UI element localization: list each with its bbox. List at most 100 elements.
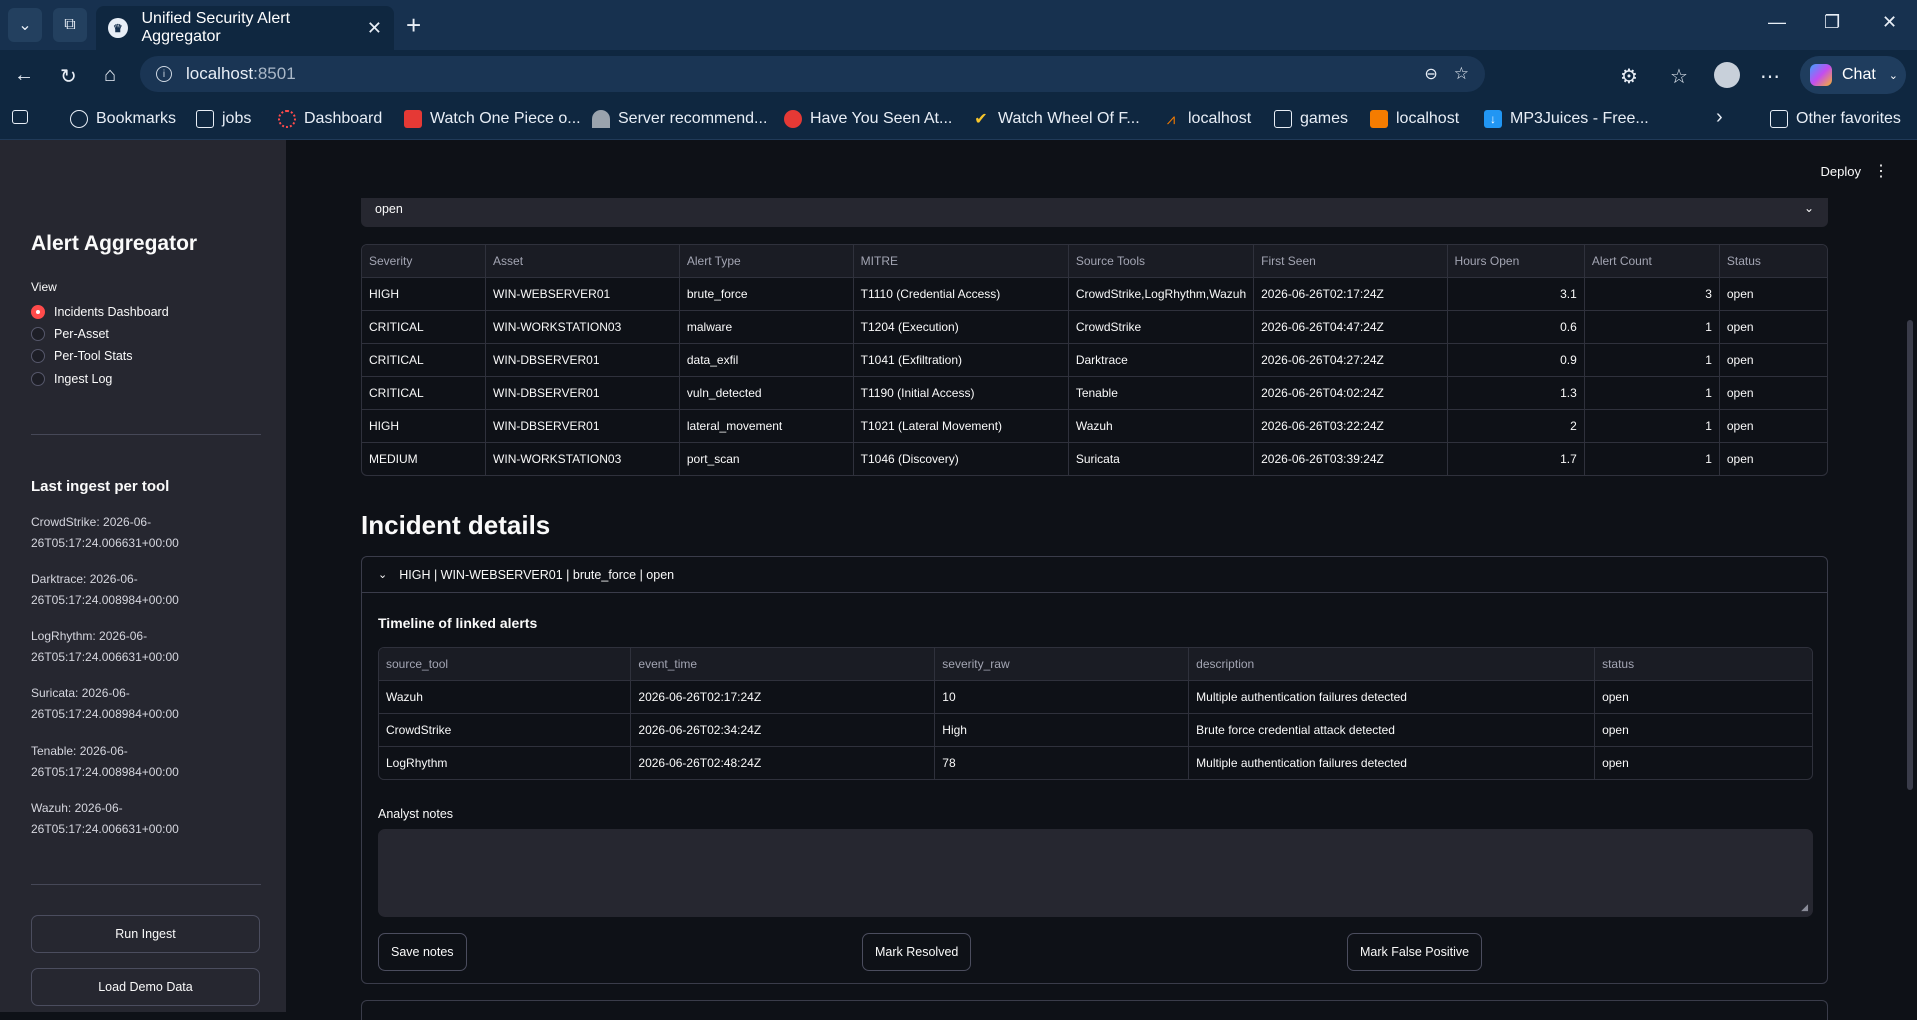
back-icon[interactable]: ← [14,64,34,87]
incidents-table[interactable]: Severity Asset Alert Type MITRE Source T… [361,244,1828,476]
cell-status: open [1594,680,1812,714]
bookmark-item[interactable]: Server recommend... [592,110,767,128]
mark-resolved-button[interactable]: Mark Resolved [862,933,972,971]
favorite-star-icon[interactable]: ☆ [1454,64,1469,84]
table-row[interactable]: CRITICAL WIN-DBSERVER01 vuln_detected T1… [362,376,1827,410]
cell-alert-count: 1 [1584,409,1720,443]
reading-list-icon[interactable] [12,110,36,124]
column-header[interactable]: Alert Type [679,245,854,278]
table-row[interactable]: MEDIUM WIN-WORKSTATION03 port_scan T1046… [362,442,1827,475]
bookmark-item[interactable]: ⩘ localhost [1162,110,1251,128]
radio-icon [31,349,45,363]
radio-selected-icon [31,305,45,319]
cell-source-tools: Suricata [1068,442,1255,475]
column-header[interactable]: status [1594,648,1812,681]
column-header[interactable]: Severity [362,245,487,278]
chevron-down-icon: ⌄ [378,569,388,581]
cell-first-seen: 2026-06-26T03:39:24Z [1253,442,1448,475]
favorites-icon[interactable]: ☆ [1670,64,1688,89]
bookmark-item[interactable]: Have You Seen At... [784,110,952,128]
new-tab-icon[interactable]: + [406,10,421,40]
cell-event-time: 2026-06-26T02:48:24Z [630,746,936,779]
expander-header[interactable]: ⌄ HIGH | WIN-WEBSERVER01 | brute_force |… [362,557,1827,593]
table-row[interactable]: LogRhythm 2026-06-26T02:48:24Z 78 Multip… [379,746,1812,779]
bookmark-item[interactable]: localhost [1370,110,1459,128]
table-row[interactable]: HIGH WIN-WEBSERVER01 brute_force T1110 (… [362,277,1827,311]
browser-tab[interactable]: ♛ Unified Security Alert Aggregator ✕ [96,6,394,50]
run-ingest-button[interactable]: Run Ingest [31,915,260,953]
timeline-table[interactable]: source_tool event_time severity_raw desc… [378,647,1813,780]
minimize-icon[interactable]: — [1768,12,1786,33]
main-menu-icon[interactable]: ⋮ [1873,161,1889,181]
cell-first-seen: 2026-06-26T04:02:24Z [1253,376,1448,410]
bookmark-item[interactable]: Dashboard [278,110,382,128]
zoom-icon[interactable]: ⊖ [1424,64,1437,84]
cell-severity: HIGH [362,409,487,443]
mark-false-positive-button[interactable]: Mark False Positive [1347,933,1483,971]
status-filter-select[interactable]: open ⌄ [361,198,1828,227]
profile-avatar-icon[interactable] [1714,62,1740,88]
home-icon[interactable]: ⌂ [104,64,116,87]
table-row[interactable]: CRITICAL WIN-DBSERVER01 data_exfil T1041… [362,343,1827,377]
radio-per-asset[interactable]: Per-Asset [31,327,109,341]
cell-first-seen: 2026-06-26T04:27:24Z [1253,343,1448,377]
table-row[interactable]: CRITICAL WIN-WORKSTATION03 malware T1204… [362,310,1827,344]
browser-navbar: ← ↻ ⌂ i localhost:8501 ⊖ ☆ ⚙ ☆ ⋯ Chat ⌄ [0,50,1917,100]
other-favorites[interactable]: Other favorites [1770,110,1901,128]
table-row[interactable]: Wazuh 2026-06-26T02:17:24Z 10 Multiple a… [379,680,1812,714]
copilot-chat-button[interactable]: Chat ⌄ [1800,56,1906,94]
column-header[interactable]: severity_raw [934,648,1190,681]
sidebar-title: Alert Aggregator [31,232,198,255]
resize-handle-icon[interactable]: ◢ [1801,902,1808,913]
cell-description: Multiple authentication failures detecte… [1188,680,1596,714]
bookmarks-bar: Bookmarks jobs Dashboard Watch One Piece… [0,100,1917,140]
reload-icon[interactable]: ↻ [60,64,77,89]
ingest-entry: LogRhythm: 2026-06- 26T05:17:24.006631+00… [31,629,179,664]
workspaces-icon[interactable]: ⧉ [53,8,87,42]
browser-titlebar: ⌄ ⧉ ♛ Unified Security Alert Aggregator … [0,0,1917,50]
next-incident-expander[interactable] [361,1000,1828,1020]
save-notes-button[interactable]: Save notes [378,933,467,971]
ingest-entry: Suricata: 2026-06- 26T05:17:24.008984+00:… [31,686,179,721]
column-header[interactable]: description [1188,648,1596,681]
radio-ingest-log[interactable]: Ingest Log [31,372,112,386]
bookmark-item[interactable]: games [1274,110,1348,128]
cell-hours-open: 0.9 [1447,343,1585,377]
tab-list-icon[interactable]: ⌄ [8,8,42,42]
more-menu-icon[interactable]: ⋯ [1760,64,1780,89]
radio-per-tool-stats[interactable]: Per-Tool Stats [31,349,133,363]
column-header[interactable]: First Seen [1253,245,1448,278]
column-header[interactable]: Source Tools [1068,245,1255,278]
column-header[interactable]: Asset [485,245,680,278]
maximize-icon[interactable]: ❐ [1824,12,1840,33]
address-bar[interactable]: i localhost:8501 ⊖ ☆ [140,56,1485,92]
deploy-button[interactable]: Deploy [1821,164,1861,179]
close-window-icon[interactable]: ✕ [1882,12,1897,33]
column-header[interactable]: Status [1719,245,1827,278]
table-row[interactable]: CrowdStrike 2026-06-26T02:34:24Z High Br… [379,713,1812,747]
cell-source-tools: CrowdStrike,LogRhythm,Wazuh [1068,277,1255,311]
main-scrollbar[interactable] [1907,320,1913,790]
close-tab-icon[interactable]: ✕ [367,18,382,39]
column-header[interactable]: event_time [630,648,936,681]
radio-incidents-dashboard[interactable]: Incidents Dashboard [31,305,169,319]
cell-alert-count: 1 [1584,376,1720,410]
column-header[interactable]: MITRE [853,245,1069,278]
cell-mitre: T1204 (Execution) [853,310,1069,344]
bookmark-item[interactable]: ✔ Watch Wheel Of F... [972,110,1139,128]
analyst-notes-textarea[interactable]: ◢ [378,829,1813,917]
site-info-icon[interactable]: i [156,66,172,82]
extensions-icon[interactable]: ⚙ [1620,64,1638,89]
bookmark-item[interactable]: Bookmarks [70,110,176,128]
bookmarks-overflow-icon[interactable]: › [1716,106,1723,129]
bookmark-item[interactable]: jobs [196,110,251,128]
table-row[interactable]: HIGH WIN-DBSERVER01 lateral_movement T10… [362,409,1827,443]
chevron-down-icon: ⌄ [1888,69,1898,82]
url-port: :8501 [253,64,296,83]
column-header[interactable]: Alert Count [1584,245,1720,278]
column-header[interactable]: source_tool [379,648,632,681]
load-demo-data-button[interactable]: Load Demo Data [31,968,260,1006]
column-header[interactable]: Hours Open [1447,245,1585,278]
bookmark-item[interactable]: Watch One Piece o... [404,110,581,128]
bookmark-item[interactable]: ↓ MP3Juices - Free... [1484,110,1649,128]
